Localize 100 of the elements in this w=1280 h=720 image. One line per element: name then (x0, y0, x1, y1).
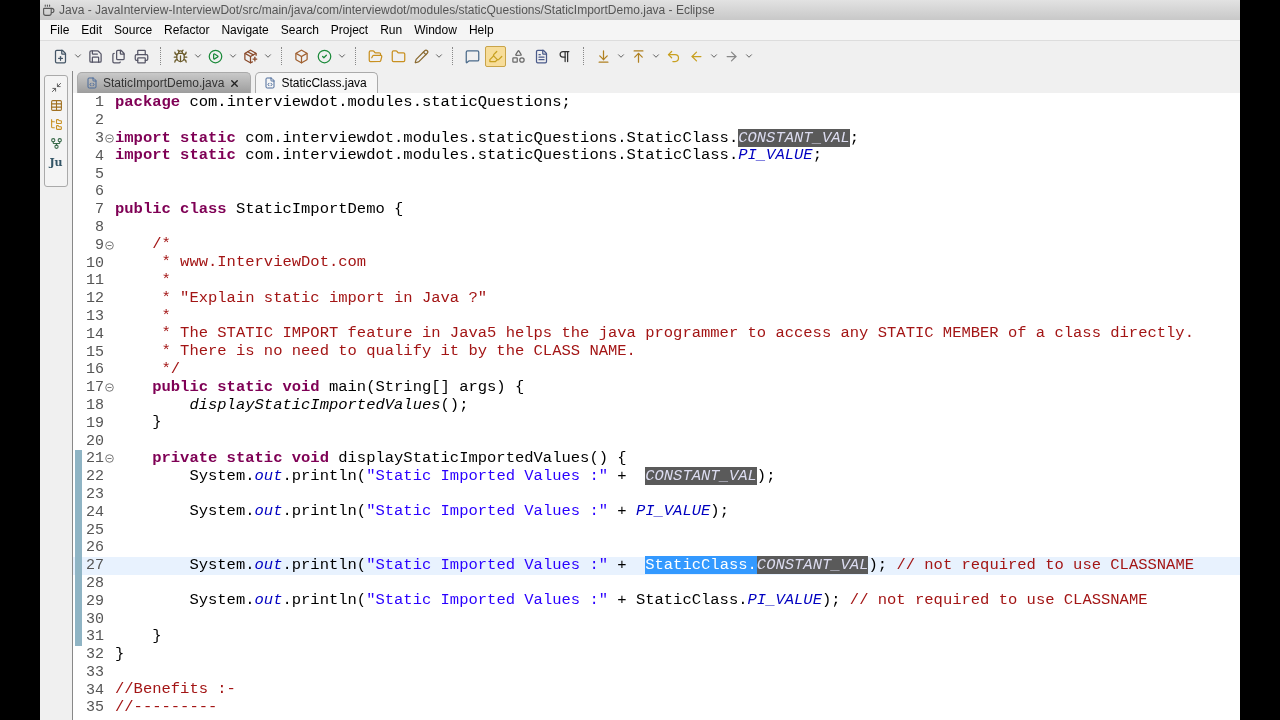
line-number: 2 (94, 112, 104, 130)
line-number: 6 (94, 183, 104, 201)
line-number: 29 (85, 592, 104, 610)
arrow-down-icon (596, 48, 611, 64)
line-number: 19 (85, 414, 104, 432)
code-line: * The STATIC IMPORT feature in Java5 helps the java programmer to access any STATIC MEMBER of a class directly. (160, 325, 1194, 344)
package-icon (243, 48, 258, 64)
editor-tab[interactable]: StaticImportDemo.java (77, 72, 252, 93)
line-number: 15 (85, 343, 104, 361)
table-icon[interactable] (49, 99, 63, 112)
code-line: * (160, 307, 171, 326)
code-line: import static com.interviewdot.modules.staticQuestions.StaticClass.PI_VALUE; (115, 147, 822, 166)
shapes-icon (511, 48, 526, 64)
line-number: 31 (85, 628, 104, 646)
code-line: System.out.println("Static Imported Values :" + PI_VALUE); (188, 503, 729, 522)
line-number: 20 (85, 432, 104, 450)
junit-icon[interactable]: Ju (49, 156, 63, 169)
line-number: 25 (85, 521, 104, 539)
occurrence-highlight: CONSTANT_VAL (738, 128, 850, 147)
line-number: 1 (94, 94, 104, 112)
files-icon (111, 48, 126, 64)
pencil-icon (414, 48, 429, 64)
menu-item[interactable]: Navigate (215, 23, 275, 37)
folder-icon (368, 48, 383, 64)
document-icon (534, 48, 549, 64)
menu-item[interactable]: Edit (75, 23, 109, 37)
menu-item[interactable]: Window (408, 23, 463, 37)
occurrence-highlight: CONSTANT_VAL (645, 466, 757, 485)
line-number: 13 (85, 307, 104, 325)
code-line: System.out.println("Static Imported Values :" + StaticClass.CONSTANT_VAL); // not required to use CLASSNAME (188, 556, 1195, 575)
line-number: 7 (94, 201, 104, 219)
code-editor[interactable] (73, 93, 1240, 720)
menu-item[interactable]: File (44, 23, 76, 37)
line-number: 33 (85, 663, 104, 681)
line-number: 5 (94, 165, 104, 183)
code-line: * There is no need to qualify it by the CLASS NAME. (160, 343, 636, 361)
restore-icon[interactable] (50, 82, 62, 93)
box-icon (294, 48, 309, 64)
line-number: 9 (94, 236, 104, 254)
undo-icon (666, 48, 681, 64)
code-line: * "Explain static import in Java ?" (160, 289, 488, 308)
line-number: 8 (94, 218, 104, 236)
line-number: 23 (85, 485, 104, 503)
menu-item[interactable]: Run (374, 23, 409, 37)
line-number: 26 (85, 539, 104, 557)
code-line: } (115, 645, 125, 664)
printer-icon (134, 48, 149, 64)
app-icon (42, 3, 55, 17)
line-number: 10 (85, 254, 104, 272)
menu-item[interactable]: Source (108, 23, 159, 37)
save-icon (88, 48, 103, 64)
code-line: System.out.println("Static Imported Values :" + CONSTANT_VAL); (188, 467, 776, 486)
code-line: System.out.println("Static Imported Values :" + StaticClass.PI_VALUE); // not required to use CLASSNAME (188, 592, 1148, 611)
collapse-icon[interactable] (105, 454, 114, 464)
code-line: private static void displayStaticImportedValues() { (151, 449, 627, 468)
menu-item[interactable]: Refactor (158, 23, 216, 37)
arrow-right-icon (724, 48, 739, 64)
close-icon[interactable] (229, 77, 241, 89)
check-circle-icon (317, 48, 332, 64)
collapse-icon[interactable] (105, 134, 114, 143)
highlighter-icon (488, 48, 503, 64)
line-number: 3 (94, 130, 104, 147)
code-line: */ (160, 360, 181, 379)
line-number: 17 (85, 379, 104, 397)
code-line: //Benefits :- (115, 681, 236, 700)
menu-item[interactable]: Search (274, 23, 325, 37)
editor-tab[interactable]: StaticClass.java (255, 72, 378, 93)
folder-tree-icon[interactable] (49, 118, 63, 131)
collapse-icon[interactable] (105, 240, 114, 250)
menu-item[interactable]: Help (462, 23, 500, 37)
speech-bubble-icon (465, 48, 480, 64)
line-number: 21 (85, 450, 104, 468)
line-number: 12 (85, 290, 104, 308)
line-number: 34 (85, 681, 104, 699)
menu-item[interactable]: Project (324, 23, 375, 37)
line-number: 14 (85, 325, 104, 343)
line-number: 4 (94, 147, 104, 165)
code-line: package com.interviewdot.modules.staticQuestions; (115, 94, 571, 112)
bug-icon (173, 48, 188, 64)
code-line: } (151, 414, 162, 433)
line-number: 28 (85, 574, 104, 592)
code-line: * (160, 271, 171, 290)
code-line: public class StaticImportDemo { (115, 200, 404, 219)
code-line: //--------- (115, 699, 218, 717)
code-line: } (151, 627, 162, 646)
line-number: 32 (85, 646, 104, 664)
selected-text: StaticClass. (645, 555, 757, 574)
folder-icon (391, 48, 406, 64)
line-number: 35 (85, 699, 104, 717)
code-line: public static void main(String[] args) { (151, 378, 525, 397)
line-number: 18 (85, 396, 104, 414)
collapse-icon[interactable] (105, 383, 114, 393)
line-number: 27 (85, 557, 104, 575)
tree-icon[interactable] (49, 137, 63, 150)
code-line: import static com.interviewdot.modules.staticQuestions.StaticClass.CONSTANT_VAL; (115, 129, 860, 148)
line-number: 24 (85, 503, 104, 521)
code-line: * www.InterviewDot.com (160, 254, 367, 272)
code-line: displayStaticImportedValues(); (188, 396, 469, 415)
window-title: Java - JavaInterview-InterviewDot/src/main/java/com/interviewdot/modules/staticQuestions/StaticImportDemo.java - Eclipse (59, 3, 715, 17)
java-file-icon (264, 77, 277, 89)
